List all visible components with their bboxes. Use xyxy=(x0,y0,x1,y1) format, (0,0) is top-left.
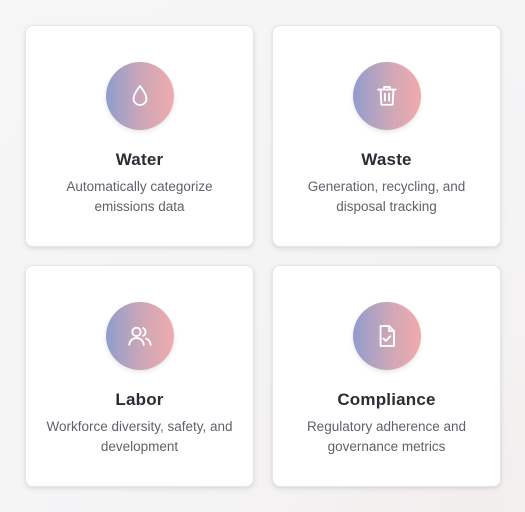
card-title: Water xyxy=(115,150,164,169)
card-waste[interactable]: Waste Generation, recycling, and disposa… xyxy=(272,25,501,247)
card-title: Waste xyxy=(361,150,412,169)
card-description: Regulatory adherence and governance metr… xyxy=(306,419,467,454)
icon-badge xyxy=(105,302,174,370)
card-labor[interactable]: Labor Workforce diversity, safety, and d… xyxy=(25,265,254,487)
card-description: Generation, recycling, and disposal trac… xyxy=(307,179,466,214)
card-title: Labor xyxy=(115,390,164,409)
icon-badge xyxy=(352,302,421,370)
category-grid: Water Automatically categorize emissions… xyxy=(25,25,501,488)
card-compliance[interactable]: Compliance Regulatory adherence and gove… xyxy=(272,265,501,487)
card-description: Workforce diversity, safety, and develop… xyxy=(46,419,233,454)
card-water[interactable]: Water Automatically categorize emissions… xyxy=(25,25,254,247)
card-title: Compliance xyxy=(337,390,436,409)
water-drop-icon xyxy=(132,85,147,106)
users-icon xyxy=(127,326,152,346)
icon-badge xyxy=(105,62,174,130)
file-check-icon xyxy=(379,325,395,347)
icon-badge xyxy=(352,62,421,130)
trash-icon xyxy=(376,85,397,106)
card-description: Automatically categorize emissions data xyxy=(66,179,213,214)
